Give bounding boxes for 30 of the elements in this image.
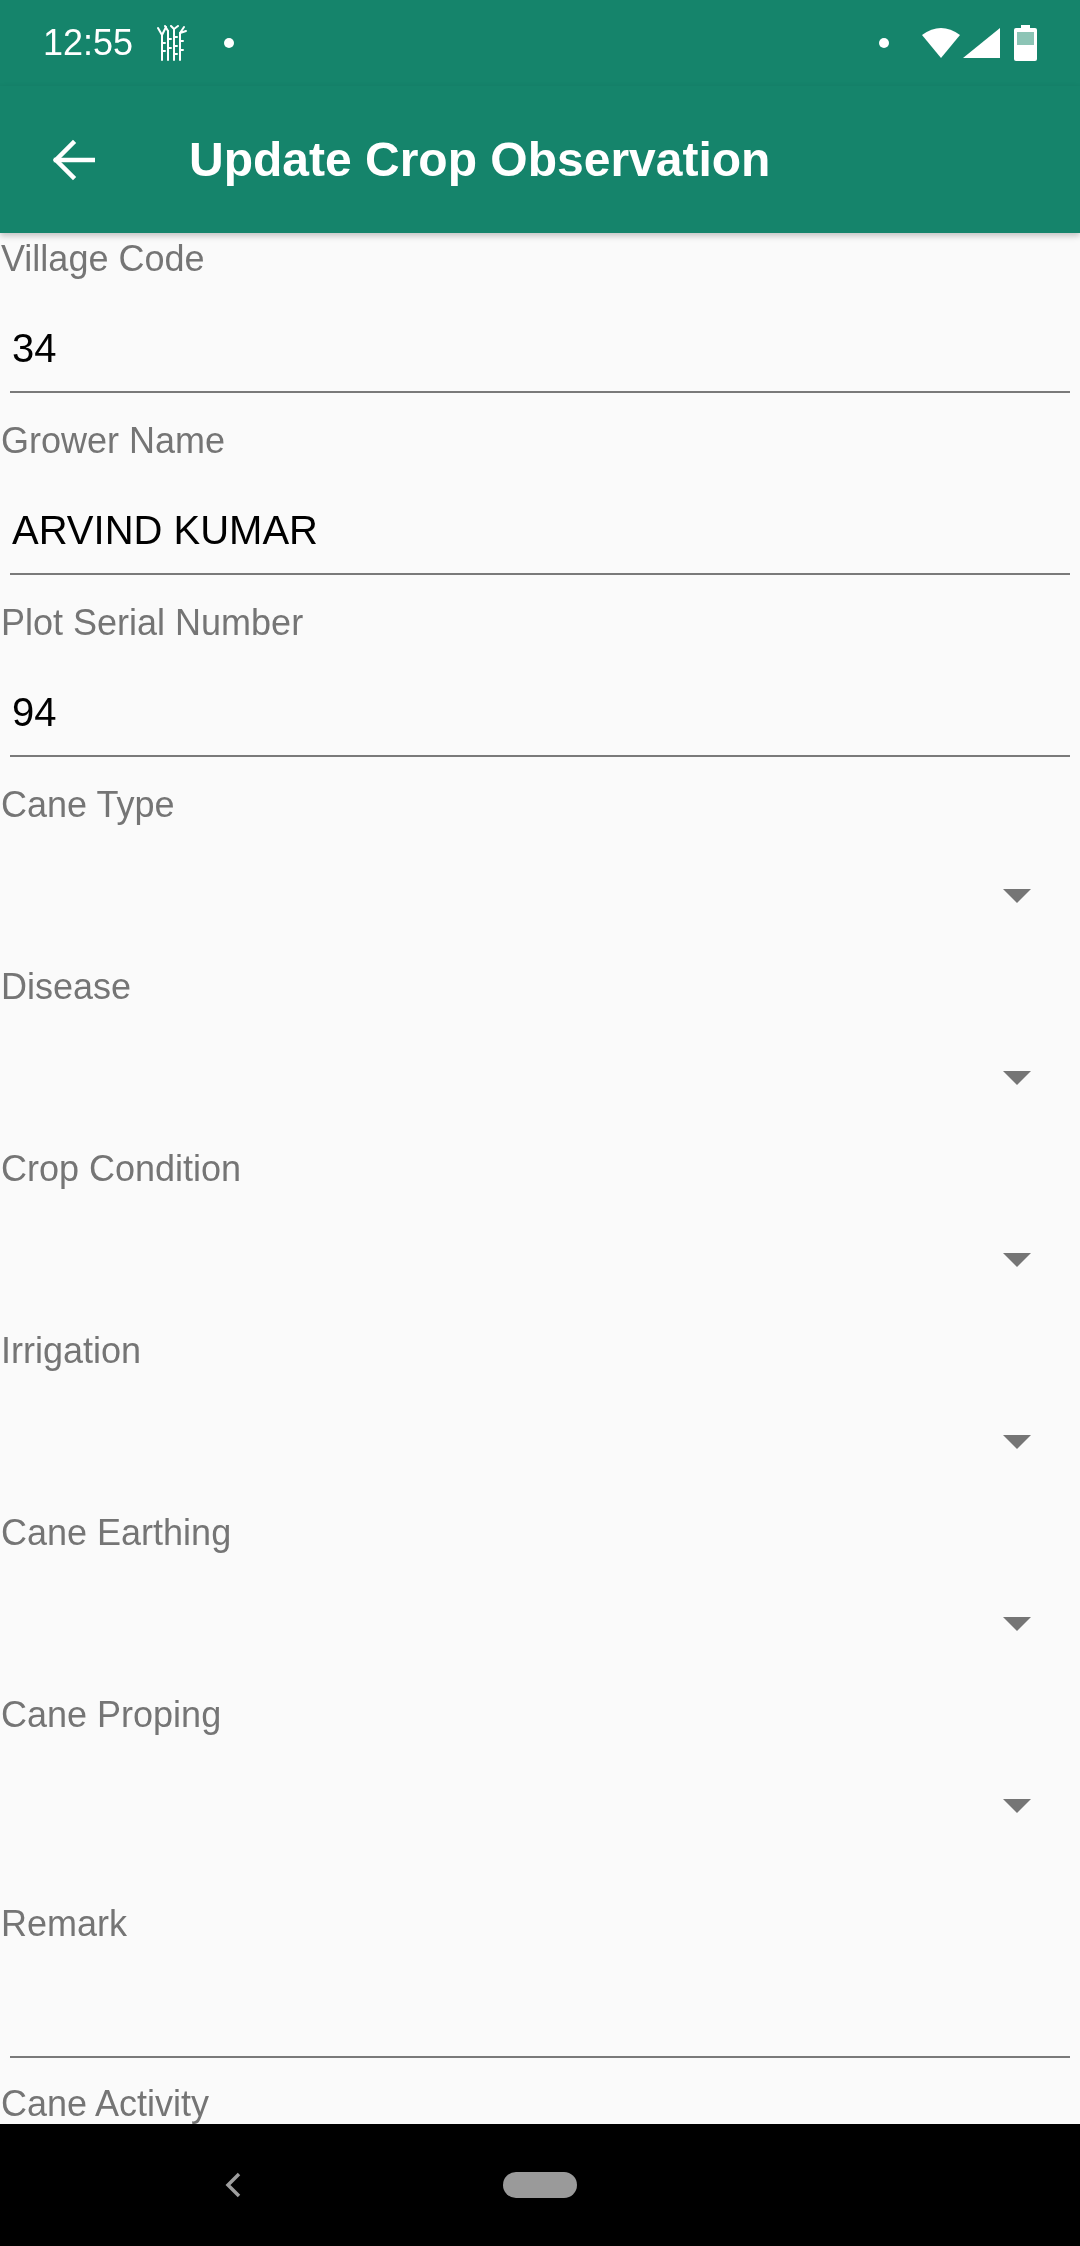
- field-label: Crop Condition: [0, 1147, 242, 1191]
- signal-icon: [963, 28, 1000, 58]
- home-button[interactable]: [503, 2172, 577, 2198]
- field-label: Grower Name: [0, 419, 226, 463]
- text-field[interactable]: 94: [10, 645, 1070, 757]
- caret-icon: [1003, 1435, 1031, 1449]
- screen-title: Update Crop Observation: [189, 131, 771, 188]
- caret-icon: [1003, 889, 1031, 903]
- battery-icon: [1014, 25, 1037, 61]
- field-label: Village Code: [0, 237, 205, 281]
- plant-icon: [157, 25, 188, 61]
- field-label: Disease: [0, 965, 132, 1009]
- field-label: Plot Serial Number: [0, 601, 304, 645]
- notification-dot-icon: [879, 38, 889, 48]
- field-label: Cane Proping: [0, 1693, 222, 1737]
- caret-icon: [1003, 1253, 1031, 1267]
- notification-dot-icon: [224, 38, 235, 48]
- status-time: 12:55: [43, 22, 134, 64]
- field-label: Cane Activity: [0, 2084, 210, 2124]
- text-field[interactable]: ARVIND KUMAR: [10, 463, 1070, 575]
- caret-icon: [1003, 1617, 1031, 1631]
- field-label: Cane Earthing: [0, 1511, 232, 1555]
- field-label: Irrigation: [0, 1329, 142, 1373]
- wifi-icon: [922, 28, 960, 58]
- field-label: Remark: [0, 1902, 128, 1946]
- field-label: Cane Type: [0, 783, 175, 827]
- back-icon[interactable]: [224, 2172, 242, 2198]
- text-field[interactable]: 34: [10, 281, 1070, 393]
- caret-icon: [1003, 1799, 1031, 1813]
- caret-icon: [1003, 1071, 1031, 1085]
